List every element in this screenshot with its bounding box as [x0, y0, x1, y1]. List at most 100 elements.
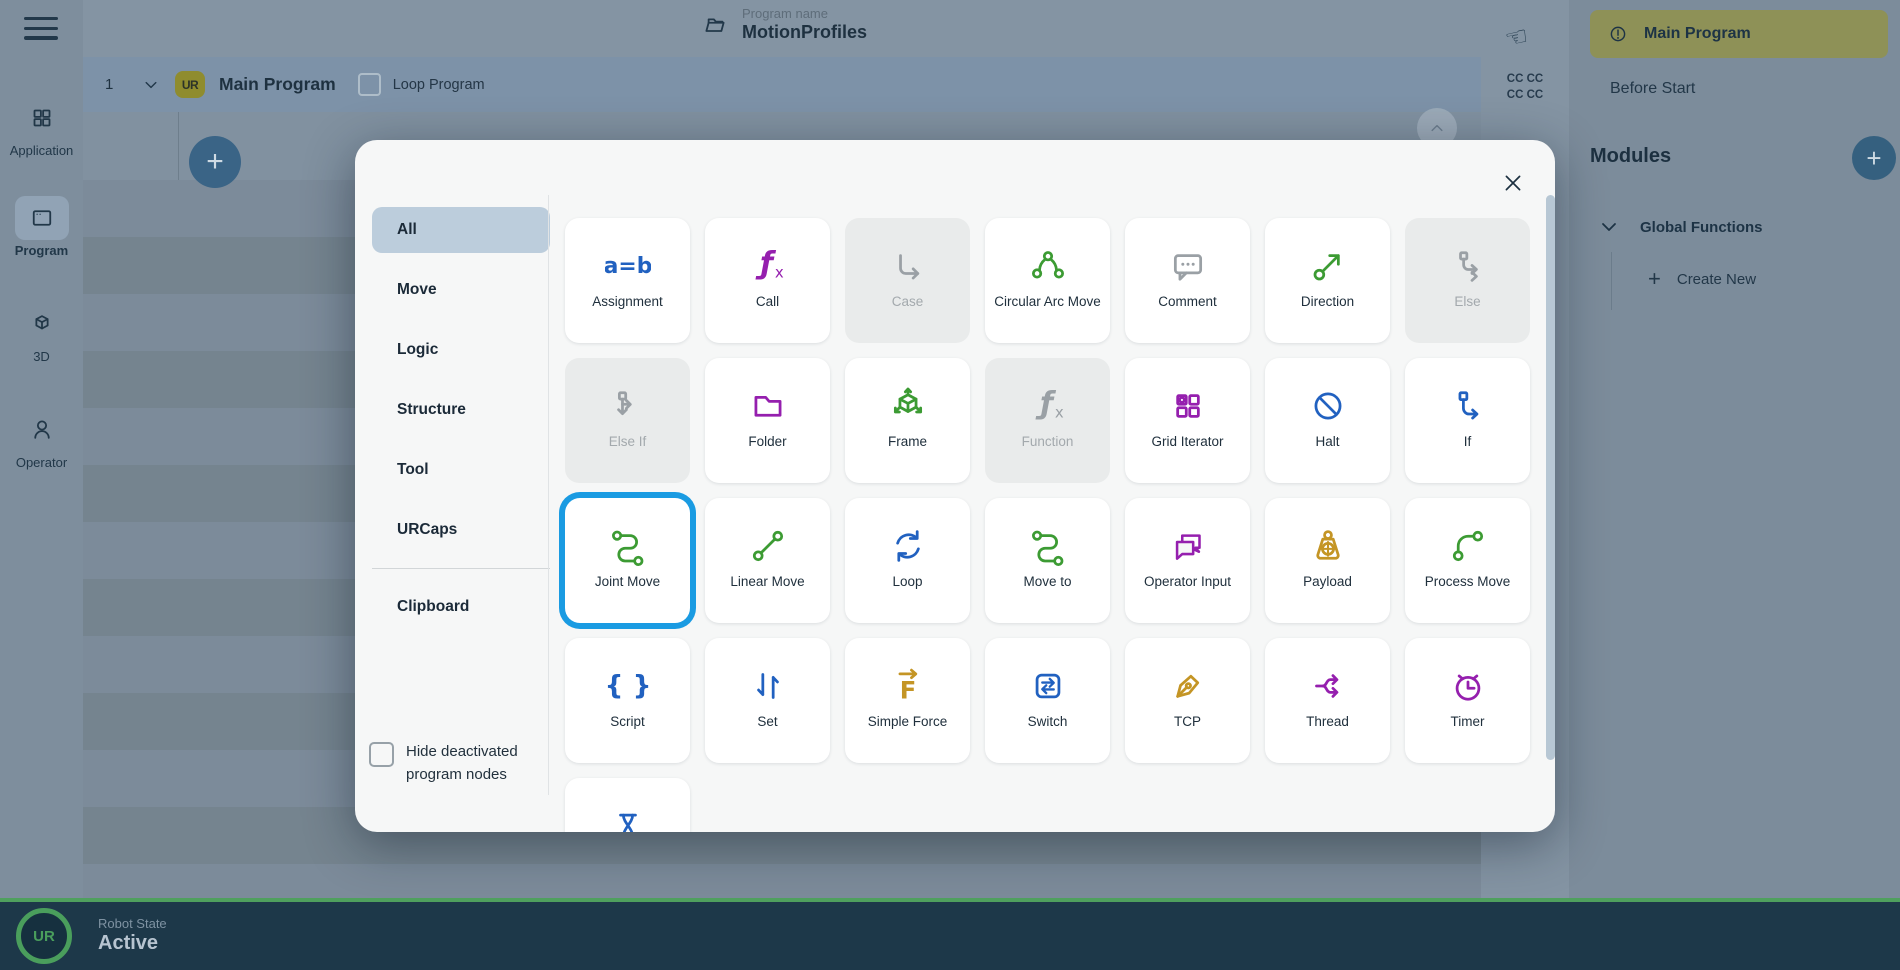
- category-move[interactable]: Move: [372, 260, 550, 320]
- node-tile-grid-iterator[interactable]: Grid Iterator: [1125, 358, 1250, 483]
- joint-move-icon: [605, 520, 651, 572]
- folder-open-icon: [700, 10, 730, 40]
- node-tile-comment[interactable]: Comment: [1125, 218, 1250, 343]
- row-index: 1: [105, 76, 133, 93]
- node-tile-joint-move[interactable]: Joint Move: [565, 498, 690, 623]
- program-name-value: MotionProfiles: [742, 22, 867, 44]
- move-to-icon: [1025, 520, 1071, 572]
- program-name-block[interactable]: Program name MotionProfiles: [700, 7, 867, 44]
- svg-text:x: x: [774, 264, 783, 282]
- category-divider: [372, 568, 550, 569]
- node-label: Joint Move: [572, 574, 684, 591]
- node-tile-frame[interactable]: Frame: [845, 358, 970, 483]
- node-tile-tcp[interactable]: TCP: [1125, 638, 1250, 763]
- loop-program-checkbox[interactable]: [358, 73, 381, 96]
- node-label: Grid Iterator: [1132, 434, 1244, 451]
- category-logic[interactable]: Logic: [372, 320, 550, 380]
- node-label: Switch: [992, 714, 1104, 731]
- node-tile-halt[interactable]: Halt: [1265, 358, 1390, 483]
- sidebar-item-label: 3D: [0, 349, 83, 364]
- category-structure[interactable]: Structure: [372, 380, 550, 440]
- else-icon: [1445, 240, 1491, 292]
- create-new-label: Create New: [1677, 271, 1756, 288]
- node-tile-set[interactable]: Set: [705, 638, 830, 763]
- node-tile-circular-arc[interactable]: Circular Arc Move: [985, 218, 1110, 343]
- robot-state-value: Active: [98, 932, 167, 955]
- before-start-item[interactable]: Before Start: [1610, 80, 1695, 98]
- create-new-function-button[interactable]: + Create New: [1648, 268, 1756, 290]
- node-label: Assignment: [572, 294, 684, 311]
- node-tile-thread[interactable]: Thread: [1265, 638, 1390, 763]
- node-label: Case: [852, 294, 964, 311]
- ur-badge-icon: UR: [175, 71, 205, 98]
- node-label: Direction: [1272, 294, 1384, 311]
- close-icon[interactable]: [1501, 171, 1525, 195]
- node-tile-script[interactable]: { }Script: [565, 638, 690, 763]
- ur-robot-logo: UR: [16, 908, 72, 964]
- add-module-button[interactable]: +: [1852, 136, 1896, 180]
- linear-move-icon: [745, 520, 791, 572]
- sidebar-item-program[interactable]: Program: [0, 196, 83, 258]
- main-program-title: Main Program: [219, 74, 336, 95]
- svg-text:x: x: [1054, 404, 1063, 422]
- operator-input-icon: [1165, 520, 1211, 572]
- main-program-warning-item[interactable]: Main Program: [1590, 10, 1888, 58]
- sidebar-item-label: Application: [0, 143, 83, 158]
- category-all[interactable]: All: [372, 207, 550, 253]
- node-tile-assignment[interactable]: a=b Assignment: [565, 218, 690, 343]
- tree-divider: [178, 112, 179, 180]
- node-label: Process Move: [1412, 574, 1524, 591]
- node-tile-process-move[interactable]: Process Move: [1405, 498, 1530, 623]
- chevron-down-icon[interactable]: [139, 73, 163, 97]
- main-program-row[interactable]: 1 UR Main Program Loop Program: [83, 57, 1481, 112]
- frame-icon: [885, 380, 931, 432]
- node-tile-move-to[interactable]: Move to: [985, 498, 1110, 623]
- node-tile-operator-input[interactable]: Operator Input: [1125, 498, 1250, 623]
- node-grid: a=b Assignment ƒx Call Case Circular Arc Move…: [565, 218, 1530, 832]
- node-tile-call[interactable]: ƒx Call: [705, 218, 830, 343]
- else-if-icon: [605, 380, 651, 432]
- node-tile-folder[interactable]: Folder: [705, 358, 830, 483]
- exclamation-circle-icon: [1606, 22, 1630, 46]
- node-tile-loop[interactable]: Loop: [845, 498, 970, 623]
- node-tile-linear-move[interactable]: Linear Move: [705, 498, 830, 623]
- global-functions-group[interactable]: Global Functions: [1594, 212, 1763, 242]
- hide-deactivated-label: Hide deactivated program nodes: [406, 740, 536, 787]
- sidebar-item-operator[interactable]: Operator: [0, 408, 83, 470]
- node-tile-if[interactable]: If: [1405, 358, 1530, 483]
- node-label: Payload: [1272, 574, 1384, 591]
- node-label: Call: [712, 294, 824, 311]
- category-urcaps[interactable]: URCaps: [372, 500, 550, 560]
- set-icon: [745, 660, 791, 712]
- hide-deactivated-checkbox[interactable]: [369, 742, 394, 767]
- svg-text:a=b: a=b: [605, 254, 651, 279]
- script-icon: { }: [605, 660, 651, 712]
- node-label: Thread: [1272, 714, 1384, 731]
- node-label: Linear Move: [712, 574, 824, 591]
- node-label: Simple Force: [852, 714, 964, 731]
- operator-person-icon: [15, 408, 69, 452]
- node-tile-else: Else: [1405, 218, 1530, 343]
- node-category-list: All MoveLogicStructureToolURCaps Clipboard: [372, 200, 550, 637]
- node-tile-wait[interactable]: [565, 778, 690, 832]
- node-tile-direction[interactable]: Direction: [1265, 218, 1390, 343]
- simple-force-icon: F: [885, 660, 931, 712]
- add-node-button[interactable]: +: [189, 136, 241, 188]
- call-icon: ƒx: [745, 240, 791, 292]
- sidebar-item-3d[interactable]: 3D: [0, 302, 83, 364]
- if-icon: [1445, 380, 1491, 432]
- node-tile-simple-force[interactable]: F Simple Force: [845, 638, 970, 763]
- category-clipboard[interactable]: Clipboard: [372, 577, 550, 637]
- function-icon: ƒx: [1025, 380, 1071, 432]
- node-tile-timer[interactable]: Timer: [1405, 638, 1530, 763]
- node-label: Folder: [712, 434, 824, 451]
- hamburger-menu-button[interactable]: [24, 17, 58, 41]
- node-tile-payload[interactable]: Payload: [1265, 498, 1390, 623]
- node-label: Frame: [852, 434, 964, 451]
- payload-icon: [1305, 520, 1351, 572]
- node-tile-switch[interactable]: Switch: [985, 638, 1110, 763]
- modal-scrollbar[interactable]: [1546, 195, 1555, 760]
- category-tool[interactable]: Tool: [372, 440, 550, 500]
- case-icon: [885, 240, 931, 292]
- sidebar-item-application[interactable]: Application: [0, 96, 83, 158]
